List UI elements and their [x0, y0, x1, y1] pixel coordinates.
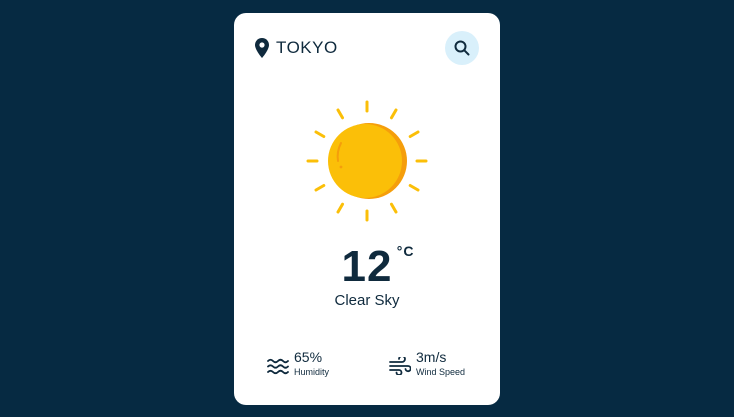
wind-speed-value: 3m/s — [416, 349, 447, 365]
humidity-label: Humidity — [294, 367, 330, 377]
search-button[interactable] — [445, 31, 479, 65]
wind-icon — [389, 357, 411, 375]
temperature-display: 12 °C — [234, 243, 500, 291]
temperature-unit: °C — [396, 243, 415, 259]
temperature-value: 12 °C — [341, 242, 414, 291]
humidity-waves-icon — [267, 358, 289, 375]
humidity-value: 65% — [294, 349, 323, 365]
location-pin-icon — [255, 38, 269, 58]
search-icon — [454, 40, 470, 56]
temperature-number: 12 — [341, 242, 393, 291]
weather-description: Clear Sky — [334, 292, 400, 309]
city-name: TOKYO — [276, 38, 338, 57]
sun-icon — [306, 100, 428, 222]
weather-card: TOKYO 12 °C Clear Sky 65% Humidity 3m/s … — [234, 13, 500, 405]
wind-speed-label: Wind Speed — [416, 367, 466, 377]
